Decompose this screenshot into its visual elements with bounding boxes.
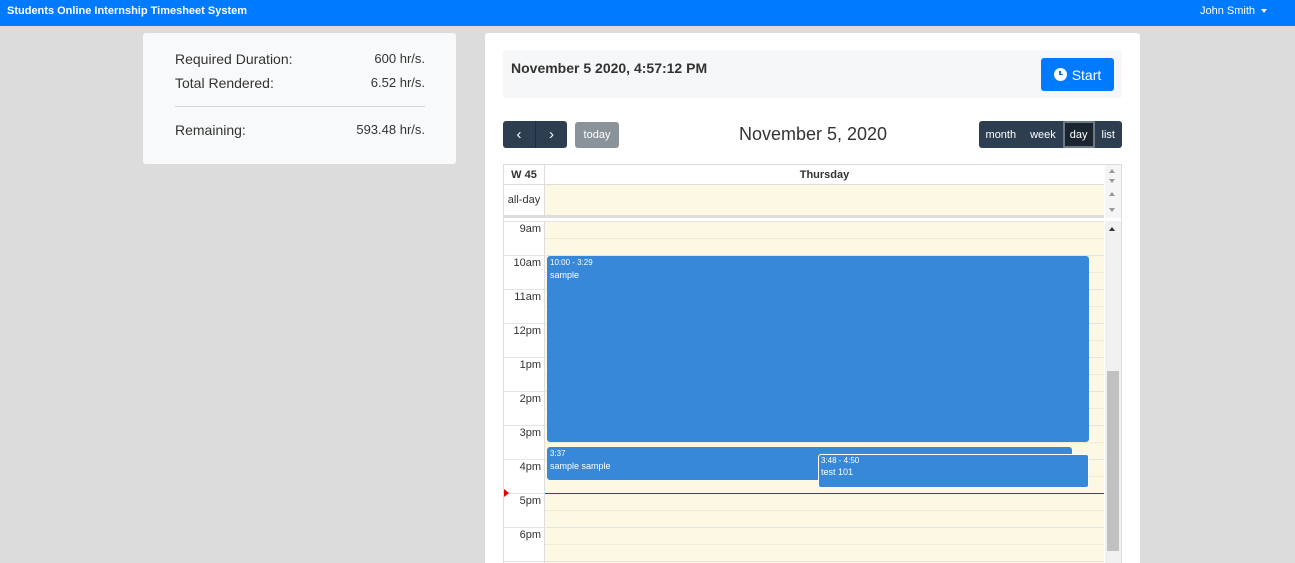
prev-button[interactable]: ‹: [503, 121, 535, 148]
time-label: 2pm: [519, 393, 541, 405]
required-duration-label: Required Duration:: [175, 51, 293, 67]
time-label: 5pm: [519, 495, 541, 507]
scroll-down-icon[interactable]: [1109, 179, 1115, 183]
now-indicator-line: [545, 493, 1104, 494]
event-title: sample: [550, 270, 580, 280]
chevron-right-icon: ›: [549, 126, 554, 143]
time-label: 3pm: [519, 427, 541, 439]
view-month-button[interactable]: month: [978, 121, 1024, 148]
today-button[interactable]: today: [575, 122, 619, 148]
view-day-button[interactable]: day: [1062, 121, 1095, 148]
event-time: 3:48 - 4:50: [821, 456, 860, 465]
remaining-value: 593.48 hr/s.: [356, 122, 425, 137]
time-axis: [504, 221, 545, 563]
allday-cell[interactable]: [545, 185, 1104, 215]
total-rendered-value: 6.52 hr/s.: [370, 75, 425, 90]
top-navbar: Students Online Internship Timesheet Sys…: [0, 0, 1295, 26]
duration-summary-card: Required Duration: 600 hr/s. Total Rende…: [143, 33, 456, 164]
current-datetime: November 5 2020, 4:57:12 PM: [511, 60, 708, 76]
time-label: 6pm: [519, 529, 541, 541]
half-hour-line: [545, 510, 1104, 511]
next-button[interactable]: ›: [535, 121, 567, 148]
scroll-up-icon[interactable]: [1109, 227, 1115, 231]
app-title[interactable]: Students Online Internship Timesheet Sys…: [7, 5, 247, 17]
event-time: 10:00 - 3:29: [550, 258, 593, 267]
allday-row: all-day: [504, 185, 1104, 218]
remaining-row: Remaining: 593.48 hr/s.: [175, 122, 425, 138]
time-label: 10am: [513, 257, 541, 269]
time-label: 11am: [514, 291, 541, 303]
caret-down-icon: [1261, 9, 1267, 13]
calendar-grid: W 45 Thursday all-day 9am 10am 11am 12pm…: [503, 164, 1122, 563]
user-dropdown[interactable]: John Smith: [1200, 5, 1267, 17]
user-name: John Smith: [1199, 5, 1255, 17]
half-hour-line: [545, 442, 1104, 443]
view-week-button[interactable]: week: [1023, 121, 1063, 148]
week-number: W 45: [504, 165, 545, 185]
scroll-thumb[interactable]: [1107, 371, 1119, 551]
clock-bar: November 5 2020, 4:57:12 PM Start: [503, 50, 1122, 98]
hour-line: [504, 527, 1104, 528]
allday-label: all-day: [504, 185, 545, 215]
event-title: test 101: [821, 467, 854, 477]
required-duration-row: Required Duration: 600 hr/s.: [175, 51, 425, 67]
total-rendered-label: Total Rendered:: [175, 75, 274, 91]
time-label: 9am: [519, 223, 541, 235]
now-indicator-arrow-icon: [504, 489, 509, 497]
time-label: 12pm: [513, 325, 541, 337]
chevron-left-icon: ‹: [516, 126, 522, 143]
calendar-header-row: W 45 Thursday: [504, 165, 1104, 185]
view-list-button[interactable]: list: [1094, 121, 1122, 148]
start-button-label: Start: [1071, 66, 1102, 83]
time-label: 1pm: [519, 359, 541, 371]
scroll-up-icon[interactable]: [1109, 192, 1115, 196]
header-scrollbar[interactable]: [1105, 165, 1121, 218]
start-button[interactable]: Start: [1041, 58, 1114, 91]
day-header: Thursday: [799, 169, 850, 181]
scroll-down-icon[interactable]: [1109, 208, 1115, 212]
required-duration-value: 600 hr/s.: [374, 51, 425, 66]
half-hour-line: [545, 544, 1104, 545]
calendar-nav-group: ‹ ›: [503, 121, 567, 148]
time-grid: 9am 10am 11am 12pm 1pm 2pm 3pm 4pm 5pm 6…: [504, 221, 1104, 563]
total-rendered-row: Total Rendered: 6.52 hr/s.: [175, 75, 425, 91]
summary-divider: [175, 106, 425, 107]
clock-icon: [1053, 68, 1067, 81]
half-hour-line: [545, 238, 1104, 239]
hour-line: [504, 221, 1104, 222]
remaining-label: Remaining:: [175, 122, 246, 138]
view-switcher: month week day list: [978, 121, 1122, 148]
calendar-event[interactable]: 3:48 - 4:50 test 101: [818, 454, 1089, 488]
time-label: 4pm: [519, 461, 541, 473]
calendar-title: November 5, 2020: [738, 124, 888, 144]
calendar-toolbar: ‹ › today November 5, 2020 month week da…: [503, 121, 1122, 148]
timesheet-card: November 5 2020, 4:57:12 PM Start ‹ › to…: [485, 33, 1140, 563]
calendar-event[interactable]: 10:00 - 3:29 sample: [547, 256, 1089, 442]
scroll-up-icon[interactable]: [1109, 169, 1115, 173]
time-grid-scrollbar[interactable]: [1105, 221, 1121, 563]
hour-line: [504, 561, 1104, 562]
